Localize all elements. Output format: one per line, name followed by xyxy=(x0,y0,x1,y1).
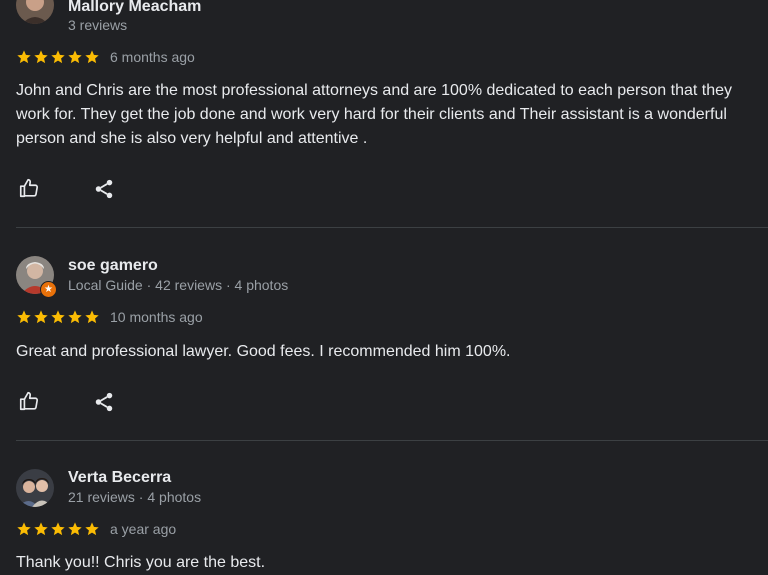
review-date: 10 months ago xyxy=(110,309,203,325)
star-rating xyxy=(16,521,100,537)
reviewer-meta[interactable]: Local Guide · 42 reviews · 4 photos xyxy=(68,277,288,293)
rating-row: 10 months ago xyxy=(16,309,203,325)
star-icon xyxy=(85,310,99,324)
share-icon[interactable] xyxy=(92,177,116,201)
star-icon xyxy=(34,50,48,64)
review-date: 6 months ago xyxy=(110,49,195,65)
star-icon xyxy=(85,50,99,64)
avatar[interactable] xyxy=(16,469,54,507)
reviewer-name[interactable]: Mallory Meacham xyxy=(68,0,201,16)
review-text: John and Chris are the most professional… xyxy=(16,82,732,147)
divider xyxy=(16,440,768,441)
review-text: Thank you!! Chris you are the best. xyxy=(16,554,266,571)
star-icon xyxy=(17,310,31,324)
star-rating xyxy=(16,309,100,325)
reviewer-meta[interactable]: 21 reviews · 4 photos xyxy=(68,489,201,505)
star-icon xyxy=(68,310,82,324)
rating-row: a year ago xyxy=(16,521,176,537)
review-date: a year ago xyxy=(110,521,177,537)
like-icon[interactable] xyxy=(17,176,41,200)
avatar[interactable] xyxy=(16,0,54,24)
divider xyxy=(16,227,768,228)
reviewer-name[interactable]: Verta Becerra xyxy=(68,469,171,487)
star-icon xyxy=(51,310,65,324)
star-icon xyxy=(51,522,65,536)
star-icon xyxy=(51,50,65,64)
rating-row: 6 months ago xyxy=(16,49,195,65)
like-icon[interactable] xyxy=(17,389,41,413)
star-icon xyxy=(34,310,48,324)
star-icon xyxy=(68,522,82,536)
reviewer-meta[interactable]: 3 reviews xyxy=(68,17,127,33)
local-guide-badge-icon: ★ xyxy=(40,281,57,298)
star-icon xyxy=(17,50,31,64)
avatar[interactable]: ★ xyxy=(16,256,57,298)
share-icon[interactable] xyxy=(92,390,116,414)
star-icon xyxy=(85,522,99,536)
review-text: Great and professional lawyer. Good fees… xyxy=(16,343,511,360)
star-icon xyxy=(17,522,31,536)
star-icon xyxy=(68,50,82,64)
reviewer-name[interactable]: soe gamero xyxy=(68,257,158,275)
star-icon xyxy=(34,522,48,536)
star-rating xyxy=(16,49,100,65)
